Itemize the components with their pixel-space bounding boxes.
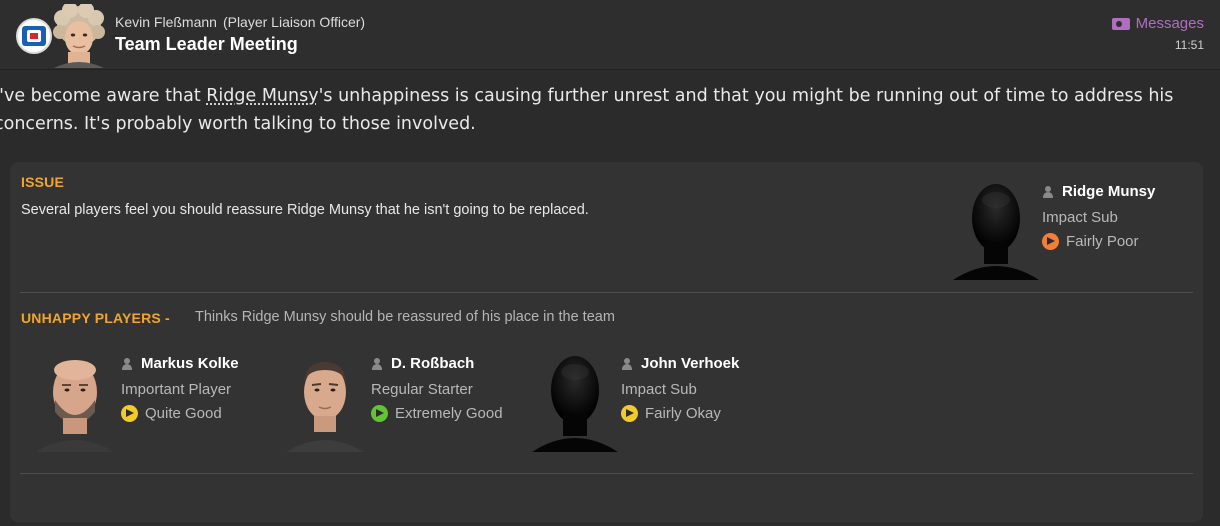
issue-player-morale: Fairly Poor — [1042, 233, 1139, 250]
player-portrait — [280, 352, 370, 452]
issue-player-name-row[interactable]: Ridge Munsy — [1042, 183, 1155, 200]
sender-info: Kevin Fleßmann (Player Liaison Officer) — [115, 14, 365, 30]
unhappy-player-status: Impact Sub — [621, 381, 697, 398]
unhappy-player-morale: Extremely Good — [371, 405, 503, 422]
unhappy-player-card[interactable]: John Verhoek Impact Sub Fairly Okay — [530, 352, 770, 462]
unhappy-players-subtitle: Thinks Ridge Munsy should be reassured o… — [195, 309, 615, 325]
unhappy-player-card[interactable]: Markus Kolke Important Player Quite Good — [30, 352, 270, 462]
person-icon — [621, 357, 633, 370]
person-icon — [121, 357, 133, 370]
unhappy-player-morale-label: Quite Good — [145, 405, 222, 422]
messages-link[interactable]: Messages — [1111, 15, 1204, 32]
unhappy-players-title: UNHAPPY PLAYERS - — [21, 310, 170, 326]
person-icon — [1042, 185, 1054, 198]
unhappy-player-name-row[interactable]: Markus Kolke — [121, 355, 239, 372]
issue-player-card[interactable]: Ridge Munsy Impact Sub Fairly Poor — [951, 180, 1191, 290]
unhappy-player-status: Regular Starter — [371, 381, 473, 398]
message-subject: Team Leader Meeting — [115, 34, 298, 54]
unhappy-player-name: D. Roßbach — [391, 355, 475, 372]
person-icon — [371, 357, 383, 370]
section-divider — [20, 473, 1193, 474]
player-portrait — [30, 352, 120, 452]
message-header: Kevin Fleßmann (Player Liaison Officer) T… — [0, 0, 1220, 70]
sender-name[interactable]: Kevin Fleßmann — [115, 14, 217, 30]
message-time: 11:51 — [1174, 38, 1204, 52]
unhappy-player-morale-label: Extremely Good — [395, 405, 503, 422]
section-divider — [20, 292, 1193, 293]
morale-extremely-good-icon — [371, 405, 388, 422]
morale-poor-icon — [1042, 233, 1059, 250]
issue-title: ISSUE — [21, 174, 65, 190]
unhappy-player-morale: Quite Good — [121, 405, 222, 422]
sender-role: (Player Liaison Officer) — [222, 14, 366, 30]
message-tag-icon — [1111, 17, 1130, 30]
unhappy-player-morale-label: Fairly Okay — [645, 405, 721, 422]
message-text-before: I've become aware that — [0, 86, 207, 106]
unhappy-player-status: Important Player — [121, 381, 232, 398]
unhappy-player-name-row[interactable]: D. Roßbach — [371, 355, 474, 372]
club-crest-icon — [16, 18, 52, 54]
morale-okay-icon — [621, 405, 638, 422]
silhouette-portrait — [951, 180, 1041, 280]
issue-player-name: Ridge Munsy — [1062, 183, 1156, 200]
unhappy-player-morale: Fairly Okay — [621, 405, 721, 422]
player-link-ridge-munsy[interactable]: Ridge Munsy — [206, 86, 318, 106]
morale-good-icon — [121, 405, 138, 422]
unhappy-player-name: John Verhoek — [641, 355, 740, 372]
issue-player-status: Impact Sub — [1042, 209, 1118, 226]
message-body: I've become aware that Ridge Munsy's unh… — [0, 82, 1194, 138]
issue-panel: ISSUE Several players feel you should re… — [10, 162, 1203, 522]
messages-label: Messages — [1135, 15, 1204, 32]
sender-portrait — [52, 4, 106, 68]
issue-player-morale-label: Fairly Poor — [1066, 233, 1139, 250]
silhouette-portrait — [530, 352, 620, 452]
unhappy-player-name-row[interactable]: John Verhoek — [621, 355, 739, 372]
unhappy-player-card[interactable]: D. Roßbach Regular Starter Extremely Goo… — [280, 352, 520, 462]
unhappy-player-name: Markus Kolke — [141, 355, 239, 372]
issue-description: Several players feel you should reassure… — [21, 202, 589, 218]
